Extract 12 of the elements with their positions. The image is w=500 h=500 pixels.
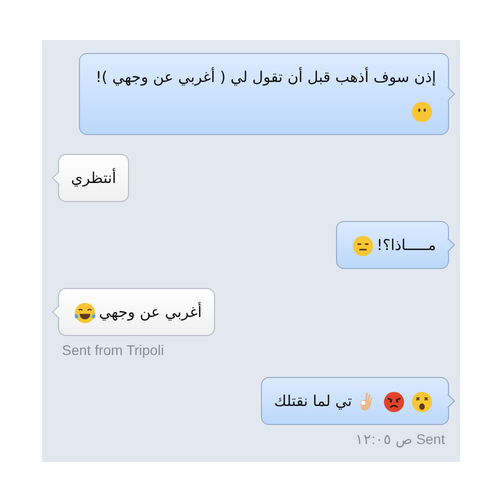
angry-face-icon	[383, 390, 405, 413]
dizzy-face-icon	[411, 390, 433, 413]
message-text: أنتظري	[71, 169, 116, 187]
message-text: أغربي عن وجهي	[99, 303, 202, 321]
message-text: مـــــاذا؟!	[376, 236, 436, 254]
expressionless-face-icon	[352, 234, 374, 257]
message-text: تي لما نقتلك	[274, 392, 352, 410]
delivery-note: Sent ص ١٢:٠٥	[354, 431, 446, 447]
blank-face-icon	[411, 100, 433, 123]
delivery-note: Sent from Tripoli	[61, 342, 165, 358]
message-text: إذن سوف أذهب قبل أن تقول لي ( أغربي عن وجهي )!	[96, 68, 436, 86]
laughing-tears-face-icon	[74, 302, 96, 324]
